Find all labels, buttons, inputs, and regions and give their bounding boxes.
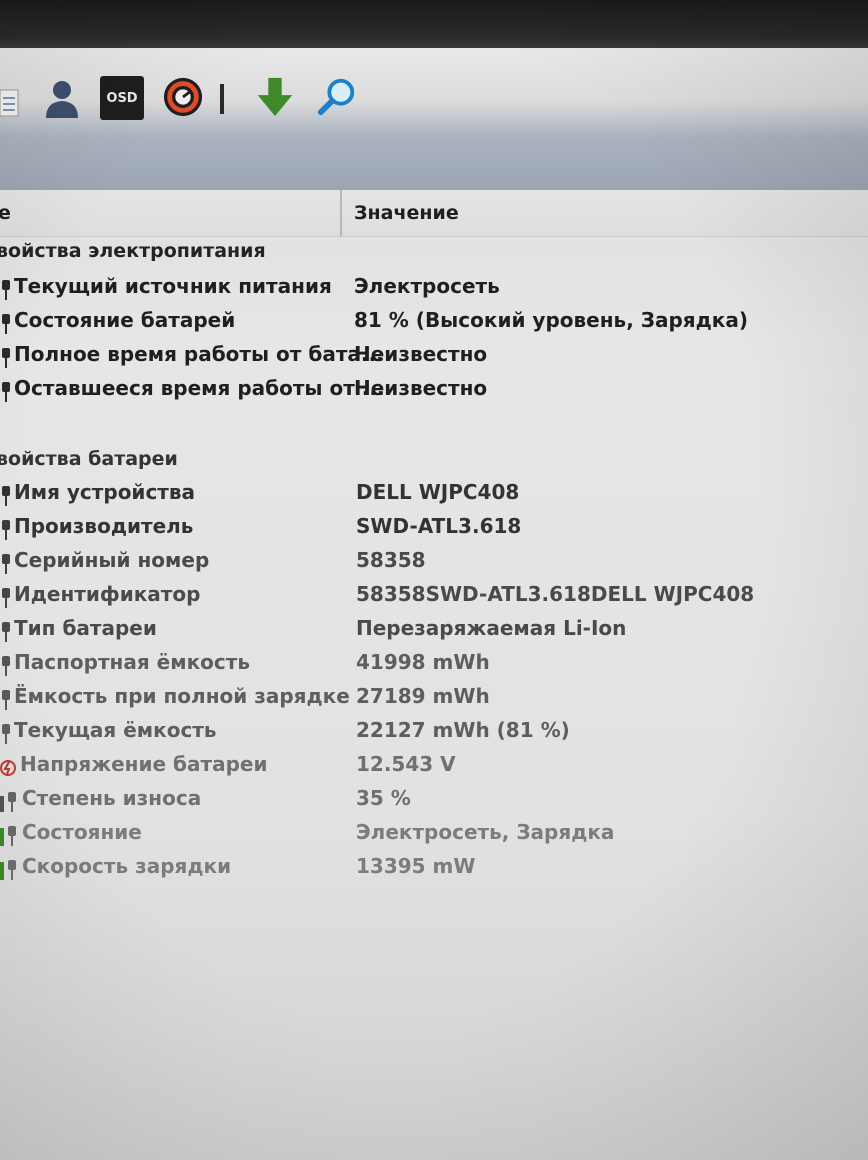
row-label: Серийный номер [14,548,210,572]
table-row[interactable]: Паспортная ёмкость 41998 mWh [0,650,868,684]
row-value: SWD-ATL3.618 [356,514,522,538]
plug-icon [0,620,12,642]
battery-state-icon [0,824,16,846]
plug-icon [0,518,12,540]
row-value: Неизвестно [354,376,488,400]
battery-wear-icon [0,790,16,812]
section-header-battery[interactable]: войства батареи [0,448,868,482]
table-header: е Значение [0,190,868,237]
table-row[interactable]: Состояние Электросеть, Зарядка [0,820,868,854]
plug-icon [0,278,12,300]
row-value: DELL WJPC408 [356,480,520,504]
column-header-value[interactable]: Значение [354,202,459,224]
table-row[interactable]: Напряжение батареи 12.543 V [0,752,868,786]
toolbar-separator [220,84,224,114]
row-value: 58358SWD-ATL3.618DELL WJPC408 [356,582,755,606]
row-label: Оставшееся время работы от ... [14,376,385,400]
row-label: Текущий источник питания [14,274,332,298]
row-label: Имя устройства [14,480,196,504]
table-row[interactable]: Текущий источник питания Электросеть [0,274,868,308]
row-value: 27189 mWh [356,684,490,708]
row-label: Полное время работы от бата... [14,342,384,366]
row-value: 13395 mW [356,854,476,878]
row-label: Степень износа [22,786,202,810]
table-row[interactable]: Скорость зарядки 13395 mW [0,854,868,888]
section-header-power[interactable]: войства электропитания [0,240,868,274]
section-title: войства электропитания [0,240,266,262]
table-row[interactable]: Ёмкость при полной зарядке 27189 mWh [0,684,868,718]
section-title: войства батареи [0,448,178,470]
row-value: Перезаряжаемая Li-Ion [356,616,627,640]
table-row[interactable]: Идентификатор 58358SWD-ATL3.618DELL WJPC… [0,582,868,616]
osd-icon[interactable]: OSD [100,76,144,120]
plug-icon [0,552,12,574]
screen: OSD е Значение войства электропитания Те… [0,0,868,1160]
row-label: Производитель [14,514,194,538]
row-label: Состояние батарей [14,308,236,332]
column-divider[interactable] [340,190,342,236]
row-value: 58358 [356,548,426,572]
report-icon[interactable] [0,84,22,124]
table-row[interactable]: Текущая ёмкость 22127 mWh (81 %) [0,718,868,752]
table-row[interactable]: Серийный номер 58358 [0,548,868,582]
row-label: Паспортная ёмкость [14,650,250,674]
column-header-field[interactable]: е [0,202,11,224]
row-value: Неизвестно [354,342,488,366]
gauge-icon[interactable] [162,76,204,118]
voltage-icon [0,756,16,778]
row-value: 12.543 V [356,752,456,776]
download-icon[interactable] [254,76,296,118]
monitor-bezel [0,0,868,48]
row-value: 35 % [356,786,411,810]
plug-icon [0,654,12,676]
row-label: Ёмкость при полной зарядке [14,684,350,708]
row-label: Напряжение батареи [20,752,268,776]
table-row[interactable]: Имя устройства DELL WJPC408 [0,480,868,514]
table-row[interactable]: Тип батареи Перезаряжаемая Li-Ion [0,616,868,650]
table-row[interactable]: Состояние батарей 81 % (Высокий уровень,… [0,308,868,342]
table-row[interactable]: Полное время работы от бата... Неизвестн… [0,342,868,376]
osd-label: OSD [106,90,138,106]
plug-icon [0,688,12,710]
row-label: Состояние [22,820,142,844]
row-value: Электросеть [354,274,500,298]
row-value: 41998 mWh [356,650,490,674]
charge-rate-icon [0,858,16,880]
row-value: 22127 mWh (81 %) [356,718,570,742]
user-icon[interactable] [40,78,82,120]
plug-icon [0,484,12,506]
row-label: Идентификатор [14,582,201,606]
plug-icon [0,346,12,368]
row-label: Скорость зарядки [22,854,232,878]
plug-icon [0,380,12,402]
search-icon[interactable] [316,76,358,118]
table-row[interactable]: Производитель SWD-ATL3.618 [0,514,868,548]
plug-icon [0,722,12,744]
plug-icon [0,586,12,608]
toolbar [0,48,868,198]
row-label: Текущая ёмкость [14,718,217,742]
table-row[interactable]: Оставшееся время работы от ... Неизвестн… [0,376,868,410]
table-row[interactable]: Степень износа 35 % [0,786,868,820]
plug-icon [0,312,12,334]
row-label: Тип батареи [14,616,157,640]
row-value: Электросеть, Зарядка [356,820,615,844]
row-value: 81 % (Высокий уровень, Зарядка) [354,308,748,332]
